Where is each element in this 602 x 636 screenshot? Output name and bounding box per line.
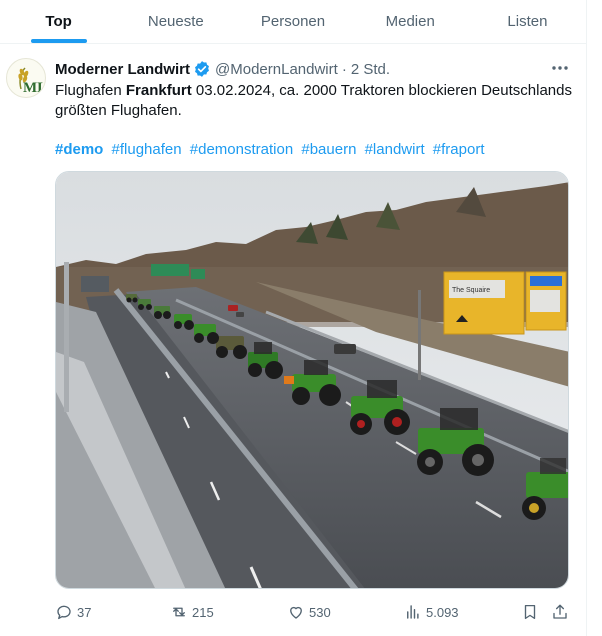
tab-medien-label: Medien	[385, 13, 435, 30]
tab-neueste-label: Neueste	[147, 13, 204, 30]
reply-icon	[57, 605, 71, 620]
views-count: 5.093	[426, 604, 459, 620]
tab-personen[interactable]: Personen	[234, 0, 351, 43]
tweet-timestamp[interactable]: 2 Std.	[351, 61, 390, 78]
tweet-header: Moderner Landwirt @ModernLandwirt · 2 St…	[55, 59, 390, 79]
repost-icon	[173, 607, 185, 617]
hashtag-list: #demo #flughafen #demonstration #bauern …	[55, 140, 489, 160]
share-button[interactable]	[551, 600, 573, 624]
hashtag-bauern[interactable]: #bauern	[301, 141, 356, 158]
tab-neueste[interactable]: Neueste	[117, 0, 234, 43]
hashtag-flughafen[interactable]: #flughafen	[112, 141, 182, 158]
like-button[interactable]: 530	[287, 600, 331, 624]
more-icon[interactable]	[549, 60, 571, 76]
avatar-logo-icon: ML	[18, 67, 46, 96]
tab-medien[interactable]: Medien	[352, 0, 469, 43]
tab-personen-label: Personen	[260, 13, 326, 30]
bookmark-icon	[524, 604, 536, 620]
like-count: 530	[309, 604, 331, 620]
avatar-monogram: ML	[23, 80, 46, 96]
tab-listen[interactable]: Listen	[469, 0, 586, 43]
tweet-text-start: Flughafen	[55, 82, 126, 99]
like-icon	[290, 606, 302, 619]
tweet-photo[interactable]: The Squaire	[55, 171, 569, 589]
tab-bar: Top Neueste Personen Medien Listen	[0, 0, 586, 44]
verified-badge-icon	[195, 61, 209, 77]
views-button[interactable]: 5.093	[404, 600, 459, 624]
author-handle[interactable]: @ModernLandwirt	[215, 61, 338, 78]
reply-button[interactable]: 37	[55, 600, 91, 624]
views-icon	[407, 605, 419, 619]
tab-top[interactable]: Top	[0, 0, 117, 43]
avatar[interactable]: ML	[6, 58, 46, 98]
photo-highway-tractors: The Squaire	[56, 172, 568, 588]
tweet-text-bold: Frankfurt	[125, 82, 192, 99]
bookmark-button[interactable]	[521, 600, 543, 624]
tab-top-label: Top	[45, 13, 72, 30]
column-divider	[586, 0, 587, 636]
hashtag-demonstration[interactable]: #demonstration	[190, 141, 293, 158]
repost-button[interactable]: 215	[170, 600, 214, 624]
hashtag-landwirt[interactable]: #landwirt	[365, 141, 425, 158]
tab-listen-label: Listen	[507, 13, 548, 30]
repost-count: 215	[192, 604, 214, 620]
share-icon	[553, 604, 567, 619]
hashtag-fraport[interactable]: #fraport	[433, 141, 485, 158]
sign-text: The Squaire	[452, 287, 490, 294]
tweet-actions: 37 215 530 5.093	[55, 600, 575, 624]
reply-count: 37	[77, 604, 92, 620]
separator-dot: ·	[341, 60, 347, 78]
hashtag-demo[interactable]: #demo	[55, 141, 103, 158]
author-name[interactable]: Moderner Landwirt	[55, 61, 190, 78]
tweet-text: Flughafen Frankfurt 03.02.2024, ca. 2000…	[55, 81, 575, 121]
